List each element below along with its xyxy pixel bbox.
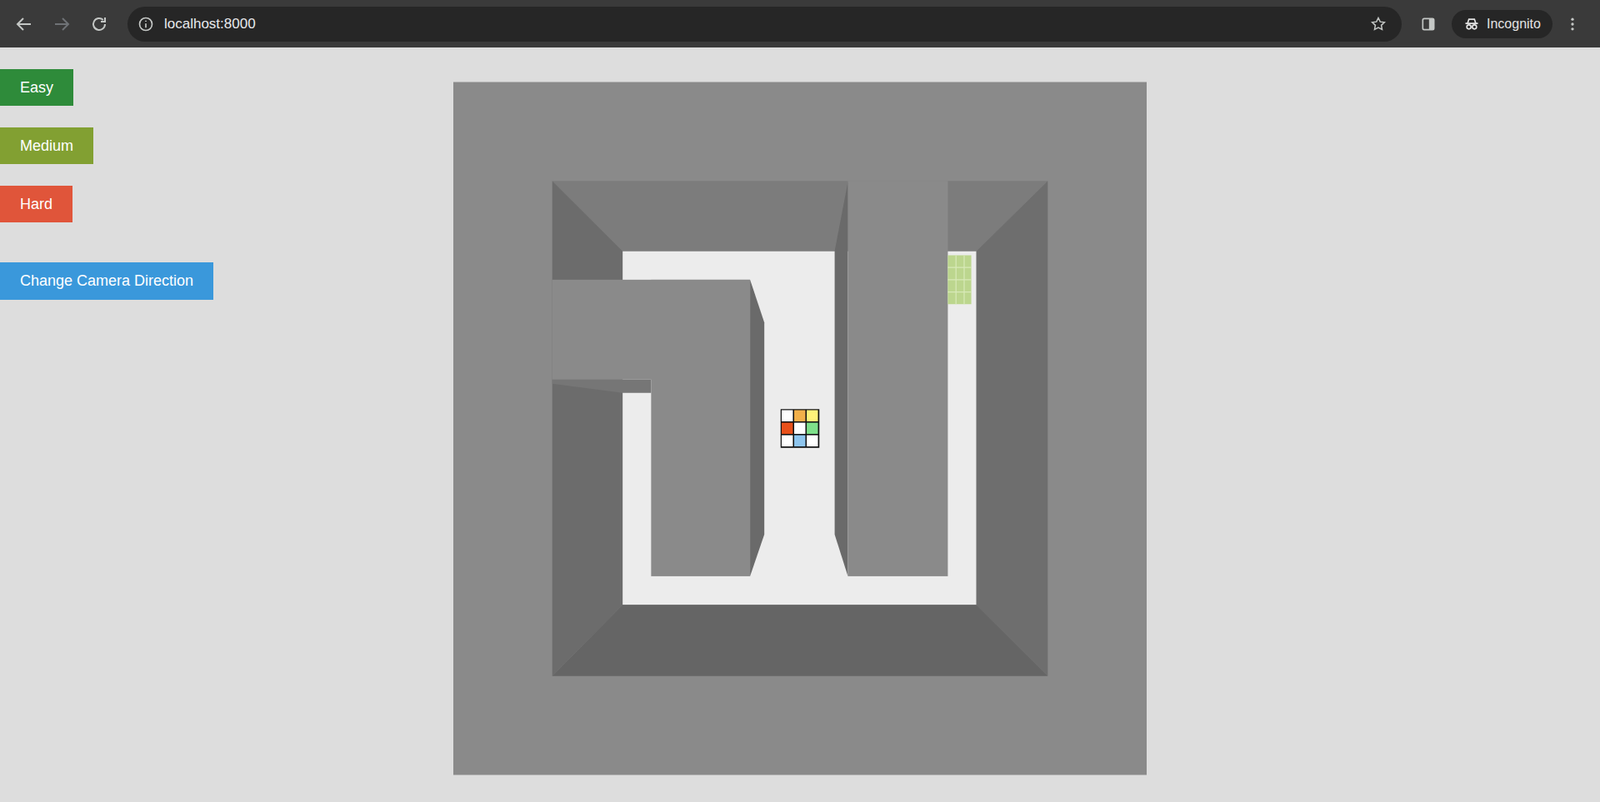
wall-face [552,180,623,677]
wall-face [976,180,1049,677]
wall-face [552,605,1049,677]
difficulty-button[interactable]: Medium [0,127,94,165]
incognito-chip[interactable]: Incognito [1451,10,1553,39]
reload-icon[interactable] [89,14,110,35]
wall-face [750,280,765,577]
difficulty-button[interactable]: Easy [0,69,74,106]
inner-wall-top [848,180,949,577]
inner-wall-top [650,280,750,577]
profile-label: Incognito [1486,16,1541,32]
forward-arrow-icon[interactable] [51,14,72,35]
url-text[interactable]: localhost:8000 [164,15,256,33]
difficulty-panel: Easy Medium Hard Change Camera Direction [0,47,454,300]
address-bar[interactable]: localhost:8000 [127,6,1402,42]
goal-cube [947,255,971,305]
incognito-icon [1463,15,1480,33]
camera-direction-button[interactable]: Change Camera Direction [0,262,214,300]
back-arrow-icon[interactable] [14,14,35,35]
side-panel-icon[interactable] [1420,15,1437,33]
star-icon[interactable] [1370,15,1387,33]
wall-face [552,380,652,394]
browser-toolbar: localhost:8000 Incognito [0,0,1600,48]
outer-wall-top [453,82,1147,776]
menu-dots-icon[interactable] [1564,15,1581,33]
difficulty-button[interactable]: Hard [0,185,73,223]
maze-canvas[interactable] [453,81,1147,776]
info-icon[interactable] [137,15,155,33]
wall-face [552,180,1049,251]
browser-window: localhost:8000 Incognito Easy Medium Hard Cha… [0,0,1600,802]
game-page: Easy Medium Hard Change Camera Direction [0,47,1600,802]
player-cube[interactable] [780,409,820,448]
wall-face [835,181,849,577]
